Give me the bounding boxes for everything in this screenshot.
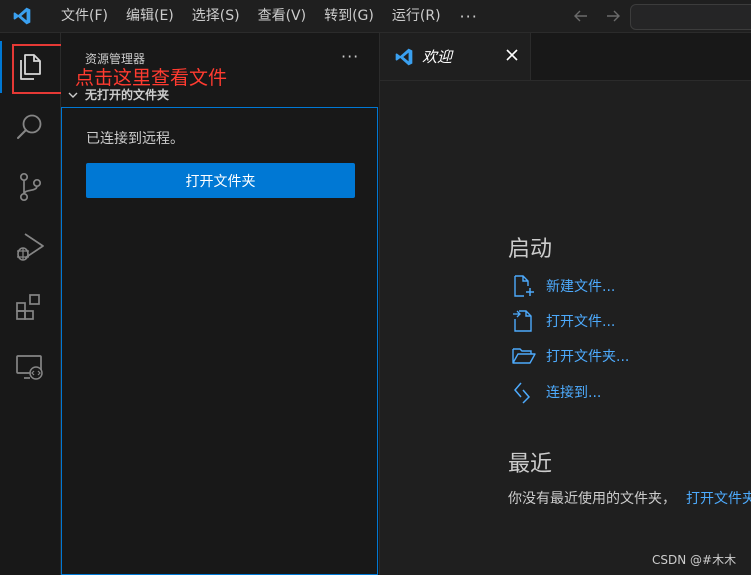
files-icon bbox=[20, 54, 41, 80]
no-folder-section: 已连接到远程。 打开文件夹 bbox=[61, 107, 378, 575]
run-debug-button[interactable] bbox=[0, 221, 60, 273]
remote-connect-icon bbox=[514, 382, 531, 404]
recent-text: 你没有最近使用的文件夹， bbox=[508, 491, 676, 507]
open-folder-label: 打开文件夹... bbox=[546, 349, 630, 365]
vscode-tab-icon bbox=[395, 48, 413, 65]
new-file-link[interactable]: 新建文件... bbox=[511, 274, 615, 298]
recent-message: 你没有最近使用的文件夹， 打开文件夹 bbox=[508, 488, 751, 508]
start-heading: 启动 bbox=[508, 237, 553, 262]
open-folder-link[interactable]: 打开文件夹... bbox=[511, 344, 629, 368]
command-center-search[interactable] bbox=[630, 4, 751, 30]
open-file-label: 打开文件... bbox=[546, 314, 616, 330]
connect-to-link[interactable]: 连接到... bbox=[511, 380, 601, 404]
watermark: CSDN @#木木 bbox=[652, 553, 737, 567]
menu-run[interactable]: 运行(R) bbox=[383, 0, 450, 32]
menu-view[interactable]: 查看(V) bbox=[249, 0, 316, 32]
extensions-icon bbox=[16, 294, 40, 320]
menu-edit[interactable]: 编辑(E) bbox=[117, 0, 183, 32]
folder-open-icon bbox=[512, 348, 536, 364]
tabs-bar: 欢迎 bbox=[380, 33, 751, 81]
tab-welcome[interactable]: 欢迎 bbox=[380, 33, 531, 80]
close-icon[interactable] bbox=[504, 47, 520, 63]
menu-file[interactable]: 文件(F) bbox=[52, 0, 117, 32]
extensions-button[interactable] bbox=[0, 281, 60, 333]
menu-more-button[interactable]: ··· bbox=[460, 7, 478, 26]
back-arrow-icon[interactable] bbox=[570, 5, 592, 27]
open-file-link[interactable]: 打开文件... bbox=[511, 309, 615, 333]
search-icon bbox=[17, 114, 42, 139]
source-control-button[interactable] bbox=[0, 161, 60, 213]
source-control-icon bbox=[19, 172, 42, 202]
menu-selection[interactable]: 选择(S) bbox=[183, 0, 249, 32]
editor-area: 欢迎 启动 新建文件... 打开文件... 打开文件夹... 连接到... 最近… bbox=[380, 33, 751, 575]
search-button[interactable] bbox=[0, 101, 60, 153]
navigation-arrows bbox=[560, 5, 624, 27]
tab-label: 欢迎 bbox=[422, 48, 453, 66]
run-debug-icon bbox=[17, 233, 44, 261]
vscode-logo-icon bbox=[13, 7, 31, 25]
explorer-sidebar: 资源管理器 ··· 无打开的文件夹 已连接到远程。 打开文件夹 bbox=[61, 33, 380, 575]
open-folder-button[interactable]: 打开文件夹 bbox=[86, 163, 355, 198]
recent-open-folder-link[interactable]: 打开文件夹 bbox=[686, 491, 751, 507]
recent-heading: 最近 bbox=[508, 452, 553, 477]
explorer-button[interactable] bbox=[0, 41, 60, 93]
remote-explorer-button[interactable] bbox=[0, 341, 60, 393]
connected-message: 已连接到远程。 bbox=[86, 131, 184, 147]
sidebar-more-button[interactable]: ··· bbox=[341, 47, 359, 66]
new-file-label: 新建文件... bbox=[546, 279, 616, 295]
activity-bar bbox=[0, 33, 61, 575]
forward-arrow-icon[interactable] bbox=[602, 5, 624, 27]
menu-go[interactable]: 转到(G) bbox=[315, 0, 383, 32]
chevron-down-icon bbox=[68, 92, 78, 98]
connect-to-label: 连接到... bbox=[546, 385, 602, 401]
annotation-text: 点击这里查看文件 bbox=[75, 67, 228, 89]
open-file-icon bbox=[513, 310, 532, 332]
remote-explorer-icon bbox=[16, 355, 43, 380]
new-file-icon bbox=[514, 275, 534, 297]
title-bar: 文件(F) 编辑(E) 选择(S) 查看(V) 转到(G) 运行(R) ··· bbox=[0, 0, 751, 33]
